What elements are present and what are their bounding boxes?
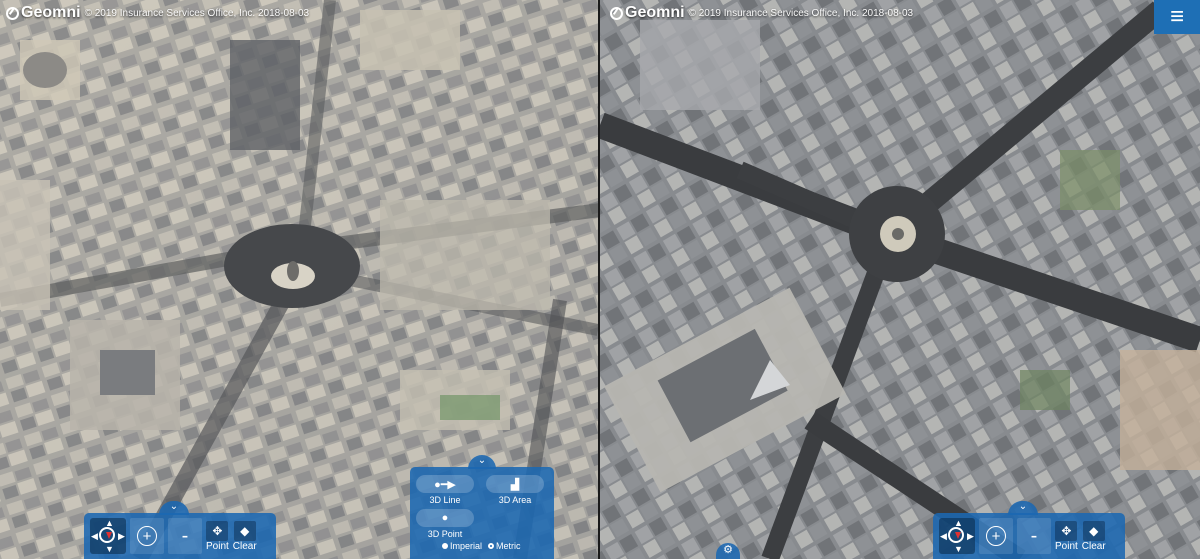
- imperial-radio[interactable]: [442, 543, 448, 549]
- ortho-aerial-image[interactable]: [600, 0, 1200, 559]
- zoom-in-button[interactable]: +: [979, 518, 1013, 554]
- 3d-line-button[interactable]: ●━▶ 3D Line: [416, 471, 474, 505]
- pan-up-icon[interactable]: ▲: [954, 519, 963, 528]
- ortho-aerial-imagery: [600, 0, 1200, 559]
- geomni-logo-icon: [610, 6, 623, 20]
- menu-button[interactable]: ≡: [1154, 0, 1200, 34]
- ortho-map-view[interactable]: Geomni © 2019 Insurance Services Office,…: [600, 0, 1200, 559]
- measurement-panel: ⌄ ●━▶ 3D Line ▟ 3D Area ● 3D Point Imper…: [410, 455, 554, 559]
- geomni-logo-icon: [6, 6, 19, 20]
- area-measure-icon: ▟: [486, 475, 544, 493]
- navigation-toolbar: ⌄ ▲ ▼ ◀ ▶ + - ✥ Point ◆ Clear: [84, 501, 276, 559]
- zoom-out-button[interactable]: -: [168, 518, 202, 554]
- 3d-point-button[interactable]: ● 3D Point: [416, 505, 474, 539]
- unit-option-imperial[interactable]: Imperial: [442, 541, 482, 551]
- pan-up-icon[interactable]: ▲: [105, 519, 114, 528]
- navigation-compass[interactable]: ▲ ▼ ◀ ▶: [90, 518, 126, 554]
- zoom-in-icon: +: [986, 526, 1006, 546]
- zoom-out-icon: -: [181, 524, 189, 547]
- zoom-out-button[interactable]: -: [1017, 518, 1051, 554]
- brand-header: Geomni © 2019 Insurance Services Office,…: [610, 4, 913, 22]
- clear-button[interactable]: ◆ Clear: [1081, 520, 1106, 552]
- pan-right-icon[interactable]: ▶: [118, 532, 125, 541]
- metric-label: Metric: [496, 541, 521, 551]
- navigation-compass[interactable]: ▲ ▼ ◀ ▶: [939, 518, 975, 554]
- chevron-down-icon: ⌄: [169, 501, 179, 512]
- brand-name: Geomni: [21, 4, 81, 21]
- eraser-icon: ◆: [233, 520, 256, 541]
- chevron-down-icon: ⌄: [477, 455, 487, 466]
- pan-down-icon[interactable]: ▼: [105, 545, 114, 554]
- 3d-line-label: 3D Line: [429, 495, 461, 505]
- copyright-text: © 2019 Insurance Services Office, Inc. 2…: [84, 7, 310, 19]
- imperial-label: Imperial: [450, 541, 483, 551]
- zoom-out-icon: -: [1030, 524, 1038, 547]
- pan-right-icon[interactable]: ▶: [967, 532, 974, 541]
- zoom-in-button[interactable]: +: [130, 518, 164, 554]
- brand-header: Geomni © 2019 Insurance Services Office,…: [6, 4, 309, 22]
- clear-label: Clear: [232, 540, 257, 552]
- point-button[interactable]: ✥ Point: [206, 520, 229, 552]
- pan-left-icon[interactable]: ◀: [940, 532, 947, 541]
- point-measure-icon: ●: [416, 509, 474, 527]
- point-label: Point: [206, 540, 229, 552]
- gear-icon: ⚙: [723, 544, 733, 556]
- 3d-area-button[interactable]: ▟ 3D Area: [486, 471, 544, 505]
- pan-down-icon[interactable]: ▼: [954, 545, 963, 554]
- copyright-text: © 2019 Insurance Services Office, Inc. 2…: [688, 7, 914, 19]
- brand-name: Geomni: [625, 4, 685, 21]
- 3d-area-label: 3D Area: [498, 495, 532, 505]
- unit-option-metric[interactable]: Metric: [488, 541, 521, 551]
- clear-label: Clear: [1081, 540, 1106, 552]
- geomni-logo: Geomni: [6, 4, 81, 22]
- hamburger-menu-icon: ≡: [1169, 3, 1184, 30]
- pan-left-icon[interactable]: ◀: [91, 532, 98, 541]
- chevron-down-icon: ⌄: [1018, 501, 1028, 512]
- clear-button[interactable]: ◆ Clear: [232, 520, 257, 552]
- unit-selector: Imperial Metric: [442, 541, 521, 551]
- compass-north-icon: [955, 532, 961, 539]
- point-label: Point: [1055, 540, 1078, 552]
- geomni-logo: Geomni: [610, 4, 685, 22]
- eraser-icon: ◆: [1082, 520, 1105, 541]
- crosshair-icon: ✥: [1055, 520, 1078, 541]
- 3d-point-label: 3D Point: [427, 529, 463, 539]
- oblique-map-view[interactable]: Geomni © 2019 Insurance Services Office,…: [0, 0, 598, 559]
- compass-north-icon: [106, 532, 112, 539]
- point-button[interactable]: ✥ Point: [1055, 520, 1078, 552]
- zoom-in-icon: +: [137, 526, 157, 546]
- line-measure-icon: ●━▶: [416, 475, 474, 493]
- navigation-toolbar: ⌄ ▲ ▼ ◀ ▶ + - ✥ Point ◆ Clear: [933, 501, 1125, 559]
- metric-radio[interactable]: [488, 543, 495, 549]
- crosshair-icon: ✥: [206, 520, 229, 541]
